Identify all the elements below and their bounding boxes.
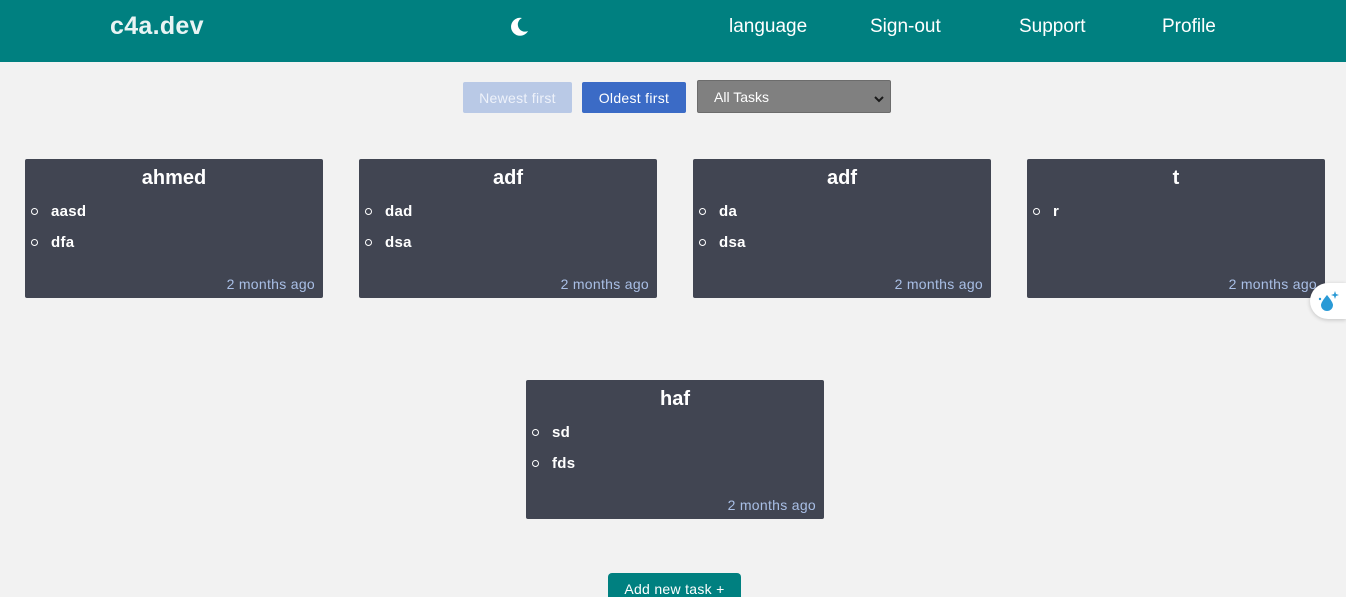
card-timestamp: 2 months ago: [560, 276, 649, 292]
droplet-sparkle-icon: [1318, 291, 1339, 311]
list-item: dsa: [365, 234, 412, 251]
card-timestamp: 2 months ago: [226, 276, 315, 292]
bullet-icon: [31, 208, 38, 215]
card-title: ahmed: [141, 167, 207, 189]
list-item-text: da: [719, 203, 738, 220]
card-title: haf: [660, 388, 690, 410]
chevron-down-icon: [874, 91, 884, 103]
task-card[interactable]: t r 2 months ago: [1027, 159, 1325, 298]
brand-logo[interactable]: c4a.dev: [110, 12, 204, 41]
list-item: fds: [532, 455, 576, 472]
task-card[interactable]: ahmed aasd dfa 2 months ago: [25, 159, 323, 298]
list-item-text: dad: [385, 203, 413, 220]
oldest-first-button[interactable]: Oldest first: [582, 82, 686, 113]
add-task-button[interactable]: Add new task +: [608, 573, 741, 597]
nav-support[interactable]: Support: [1019, 16, 1086, 38]
list-item-text: fds: [552, 455, 576, 472]
list-item-text: dsa: [385, 234, 412, 251]
list-item: dsa: [699, 234, 746, 251]
floating-helper-button[interactable]: [1310, 283, 1346, 319]
list-item-text: aasd: [51, 203, 87, 220]
bullet-icon: [699, 208, 706, 215]
bullet-icon: [31, 239, 38, 246]
newest-first-button[interactable]: Newest first: [463, 82, 572, 113]
task-filter-value: All Tasks: [714, 89, 769, 105]
list-item: r: [1033, 203, 1060, 220]
navbar: c4a.dev language Sign-out Support Profil…: [0, 0, 1346, 62]
list-item-text: sd: [552, 424, 571, 441]
bullet-icon: [532, 429, 539, 436]
list-item: da: [699, 203, 738, 220]
card-title: adf: [493, 167, 523, 189]
list-item-text: r: [1053, 203, 1060, 220]
card-title: adf: [827, 167, 857, 189]
bullet-icon: [1033, 208, 1040, 215]
card-timestamp: 2 months ago: [894, 276, 983, 292]
moon-icon[interactable]: [508, 16, 530, 38]
list-item-text: dfa: [51, 234, 75, 251]
nav-sign-out[interactable]: Sign-out: [870, 16, 941, 38]
task-card[interactable]: adf da dsa 2 months ago: [693, 159, 991, 298]
card-timestamp: 2 months ago: [1228, 276, 1317, 292]
card-timestamp: 2 months ago: [727, 497, 816, 513]
task-card[interactable]: adf dad dsa 2 months ago: [359, 159, 657, 298]
bullet-icon: [365, 239, 372, 246]
list-item: aasd: [31, 203, 87, 220]
nav-language[interactable]: language: [729, 16, 807, 38]
list-item: sd: [532, 424, 571, 441]
bullet-icon: [365, 208, 372, 215]
bullet-icon: [699, 239, 706, 246]
card-title: t: [1172, 167, 1180, 189]
list-item: dad: [365, 203, 413, 220]
nav-profile[interactable]: Profile: [1162, 16, 1216, 38]
task-filter-select[interactable]: All Tasks: [697, 80, 891, 113]
sort-filter-bar: Newest first Oldest first All Tasks: [0, 80, 1346, 114]
bullet-icon: [532, 460, 539, 467]
task-card[interactable]: haf sd fds 2 months ago: [526, 380, 824, 519]
list-item-text: dsa: [719, 234, 746, 251]
list-item: dfa: [31, 234, 75, 251]
